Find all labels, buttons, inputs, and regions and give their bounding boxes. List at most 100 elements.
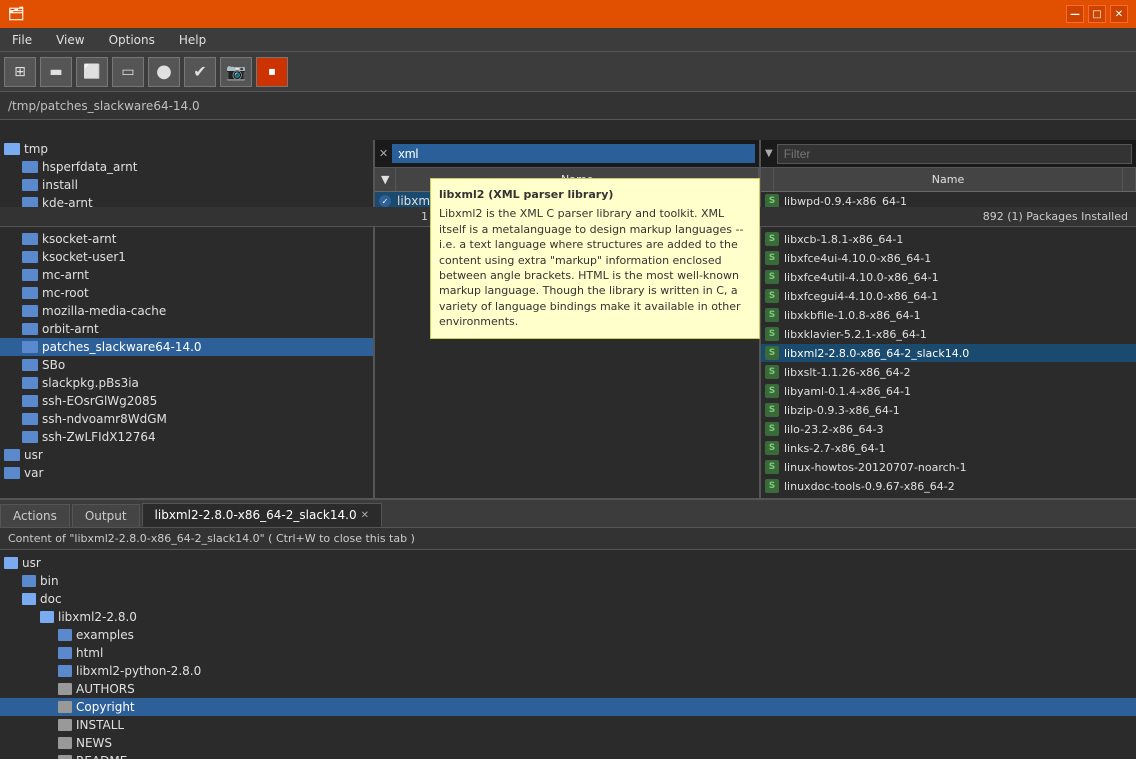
- toolbar-btn-stop[interactable]: ⏹: [256, 57, 288, 87]
- right-list-item[interactable]: Slinux-howtos-20120707-noarch-1: [761, 458, 1136, 477]
- left-tree-item[interactable]: SBo: [0, 356, 373, 374]
- right-list-item[interactable]: Slibxcb-1.8.1-x86_64-1: [761, 230, 1136, 249]
- close-tab-icon[interactable]: ✕: [379, 147, 388, 160]
- s-badge-icon: S: [765, 403, 779, 417]
- menu-options[interactable]: Options: [101, 31, 163, 49]
- menu-file[interactable]: File: [4, 31, 40, 49]
- toolbar-btn-check[interactable]: ✔: [184, 57, 216, 87]
- folder-icon: [58, 665, 72, 677]
- left-tree-item[interactable]: ssh-ZwLFIdX12764: [0, 428, 373, 446]
- right-item-label: libxfce4util-4.10.0-x86_64-1: [784, 271, 939, 284]
- right-list-item[interactable]: Slibyaml-0.1.4-x86_64-1: [761, 382, 1136, 401]
- center-search-input[interactable]: [392, 144, 755, 163]
- file-tree-item[interactable]: bin: [0, 572, 1136, 590]
- right-list-item[interactable]: Slibxfce4util-4.10.0-x86_64-1: [761, 268, 1136, 287]
- center-search-bar: ✕: [375, 140, 759, 168]
- toolbar-btn-camera[interactable]: 📷: [220, 57, 252, 87]
- left-tree-item[interactable]: ssh-ndvoamr8WdGM: [0, 410, 373, 428]
- tree-item-label: ksocket-user1: [42, 250, 126, 264]
- right-list-item[interactable]: Slibxfce4ui-4.10.0-x86_64-1: [761, 249, 1136, 268]
- toolbar-btn-4[interactable]: ▭: [112, 57, 144, 87]
- right-list-item[interactable]: Slibxslt-1.1.26-x86_64-2: [761, 363, 1136, 382]
- right-list-item[interactable]: Slinks-2.7-x86_64-1: [761, 439, 1136, 458]
- menu-view[interactable]: View: [48, 31, 92, 49]
- right-col-scroll: [1123, 168, 1136, 191]
- right-item-label: linux-howtos-20120707-noarch-1: [784, 461, 967, 474]
- menubar: File View Options Help: [0, 28, 1136, 52]
- status-indicator: ✓: [379, 195, 391, 207]
- left-tree-item[interactable]: install: [0, 176, 373, 194]
- tree-item-label: patches_slackware64-14.0: [42, 340, 202, 354]
- file-tree-item[interactable]: examples: [0, 626, 1136, 644]
- s-badge-icon: S: [765, 308, 779, 322]
- right-item-label: libwpd-0.9.4-x86_64-1: [784, 195, 907, 208]
- left-tree-item[interactable]: patches_slackware64-14.0: [0, 338, 373, 356]
- packages-installed: 892 (1) Packages Installed: [983, 210, 1128, 223]
- tree-item-label: SBo: [42, 358, 65, 372]
- file-item-label: Copyright: [76, 700, 135, 714]
- toolbar-btn-circle[interactable]: ●: [148, 57, 180, 87]
- file-tree-item[interactable]: usr: [0, 554, 1136, 572]
- file-tree-item[interactable]: libxml2-python-2.8.0: [0, 662, 1136, 680]
- folder-icon: [58, 629, 72, 641]
- file-item-label: INSTALL: [76, 718, 124, 732]
- right-list-item[interactable]: Slilo-23.2-x86_64-3: [761, 420, 1136, 439]
- right-list-item[interactable]: Slibxfcegui4-4.10.0-x86_64-1: [761, 287, 1136, 306]
- tab-content[interactable]: libxml2-2.8.0-x86_64-2_slack14.0 ✕: [142, 503, 382, 527]
- folder-icon: [22, 431, 38, 443]
- right-item-label: links-2.7-x86_64-1: [784, 442, 886, 455]
- file-item-label: libxml2-2.8.0: [58, 610, 137, 624]
- maximize-button[interactable]: □: [1088, 5, 1106, 23]
- left-tree-item[interactable]: ksocket-arnt: [0, 230, 373, 248]
- right-list-item[interactable]: Slistres-1.0.3-x86_64-1: [761, 496, 1136, 498]
- s-badge-icon: S: [765, 365, 779, 379]
- s-badge-icon: S: [765, 289, 779, 303]
- right-list-item[interactable]: Slibxml2-2.8.0-x86_64-2_slack14.0: [761, 344, 1136, 363]
- right-list: Slibwpd-0.9.4-x86_64-1Slibx86-1.1-x86_64…: [761, 192, 1136, 498]
- file-item-label: bin: [40, 574, 59, 588]
- file-tree-item[interactable]: html: [0, 644, 1136, 662]
- folder-icon: [22, 161, 38, 173]
- right-filter-input[interactable]: [777, 144, 1132, 164]
- file-tree-item[interactable]: libxml2-2.8.0: [0, 608, 1136, 626]
- close-button[interactable]: ✕: [1110, 5, 1128, 23]
- folder-icon: [22, 251, 38, 263]
- file-tree-item[interactable]: NEWS: [0, 734, 1136, 752]
- minimize-button[interactable]: —: [1066, 5, 1084, 23]
- left-tree-item[interactable]: hsperfdata_arnt: [0, 158, 373, 176]
- tab-close-icon[interactable]: ✕: [361, 510, 369, 521]
- tab-output[interactable]: Output: [72, 504, 140, 527]
- right-list-item[interactable]: Slibxklavier-5.2.1-x86_64-1: [761, 325, 1136, 344]
- file-tree-item[interactable]: INSTALL: [0, 716, 1136, 734]
- toolbar-btn-2[interactable]: ▬: [40, 57, 72, 87]
- file-tree-item[interactable]: AUTHORS: [0, 680, 1136, 698]
- folder-icon: [22, 359, 38, 371]
- left-tree-item[interactable]: orbit-arnt: [0, 320, 373, 338]
- left-tree-item[interactable]: ssh-EOsrGlWg2085: [0, 392, 373, 410]
- left-tree-item[interactable]: slackpkg.pBs3ia: [0, 374, 373, 392]
- left-tree-item[interactable]: ksocket-user1: [0, 248, 373, 266]
- center-pane: ✕ ▼ Name ✓ libxml2-2.8.0-x86_64-2_slack1…: [375, 140, 761, 498]
- file-icon: [58, 683, 72, 695]
- right-list-item[interactable]: Slinuxdoc-tools-0.9.67-x86_64-2: [761, 477, 1136, 496]
- right-list-item[interactable]: Slibxkbfile-1.0.8-x86_64-1: [761, 306, 1136, 325]
- right-item-label: libyaml-0.1.4-x86_64-1: [784, 385, 911, 398]
- right-table-header: Name: [761, 168, 1136, 192]
- file-tree-item[interactable]: Copyright: [0, 698, 1136, 716]
- s-badge-icon: S: [765, 346, 779, 360]
- toolbar-btn-3[interactable]: ⬜: [76, 57, 108, 87]
- file-tree-item[interactable]: doc: [0, 590, 1136, 608]
- left-tree-item[interactable]: tmp: [0, 140, 373, 158]
- file-tree-item[interactable]: README: [0, 752, 1136, 759]
- tab-actions[interactable]: Actions: [0, 504, 70, 527]
- left-tree-item[interactable]: mc-arnt: [0, 266, 373, 284]
- menu-help[interactable]: Help: [171, 31, 214, 49]
- left-tree-item[interactable]: var: [0, 464, 373, 482]
- left-tree-item[interactable]: mc-root: [0, 284, 373, 302]
- toolbar-btn-1[interactable]: ⊞: [4, 57, 36, 87]
- right-item-label: libxklavier-5.2.1-x86_64-1: [784, 328, 927, 341]
- left-tree-item[interactable]: usr: [0, 446, 373, 464]
- file-item-label: NEWS: [76, 736, 112, 750]
- right-list-item[interactable]: Slibzip-0.9.3-x86_64-1: [761, 401, 1136, 420]
- left-tree-item[interactable]: mozilla-media-cache: [0, 302, 373, 320]
